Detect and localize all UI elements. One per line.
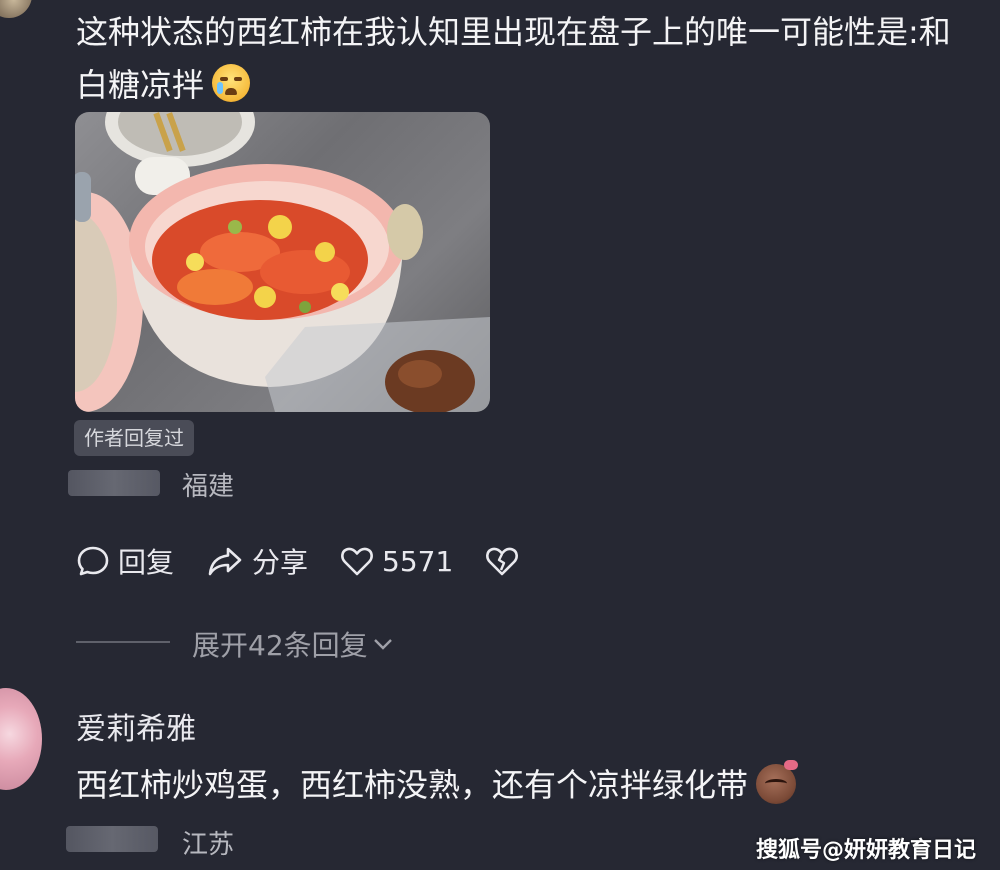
share-arrow-icon — [208, 547, 242, 576]
share-button[interactable]: 分享 — [206, 541, 308, 581]
user-avatar[interactable] — [0, 688, 42, 790]
like-count: 5571 — [382, 544, 454, 578]
commenter-avatar[interactable] — [0, 0, 32, 18]
expand-replies-button[interactable]: 展开42条回复 — [192, 624, 394, 664]
heart-icon — [341, 547, 373, 576]
blurred-timestamp — [68, 470, 160, 496]
brown-face-emoji-icon — [756, 760, 799, 804]
expand-divider — [76, 641, 170, 643]
author-replied-badge: 作者回复过 — [74, 420, 194, 456]
reply-bubble-icon — [77, 546, 109, 576]
location-label-2: 江苏 — [182, 830, 235, 860]
broken-heart-icon — [486, 547, 519, 576]
expand-replies-label: 展开42条回复 — [192, 629, 368, 662]
comment-action-bar: 回复 分享 5571 — [76, 541, 559, 581]
dislike-button[interactable] — [485, 545, 527, 577]
share-label: 分享 — [252, 546, 309, 579]
comment-text: 这种状态的西红柿在我认知里出现在盘子上的唯一可能性是:和白糖凉拌 — [76, 13, 951, 104]
comment-body: 这种状态的西红柿在我认知里出现在盘子上的唯一可能性是:和白糖凉拌 — [76, 6, 976, 112]
comment-photo[interactable] — [75, 112, 490, 412]
comment-text-2: 西红柿炒鸡蛋，西红柿没熟，还有个凉拌绿化带 — [76, 766, 749, 804]
username[interactable]: 爱莉希雅 — [76, 704, 196, 748]
watermark: 搜狐号@妍妍教育日记 — [755, 838, 976, 863]
crying-face-emoji-icon — [212, 64, 251, 102]
blurred-timestamp-2 — [66, 826, 158, 852]
reply-label: 回复 — [118, 546, 175, 579]
reply-button[interactable]: 回复 — [76, 541, 174, 581]
chevron-down-icon — [373, 639, 392, 650]
location-label: 福建 — [182, 472, 235, 502]
comment-body-2: 西红柿炒鸡蛋，西红柿没熟，还有个凉拌绿化带 — [76, 760, 799, 806]
like-button[interactable]: 5571 — [340, 545, 453, 578]
